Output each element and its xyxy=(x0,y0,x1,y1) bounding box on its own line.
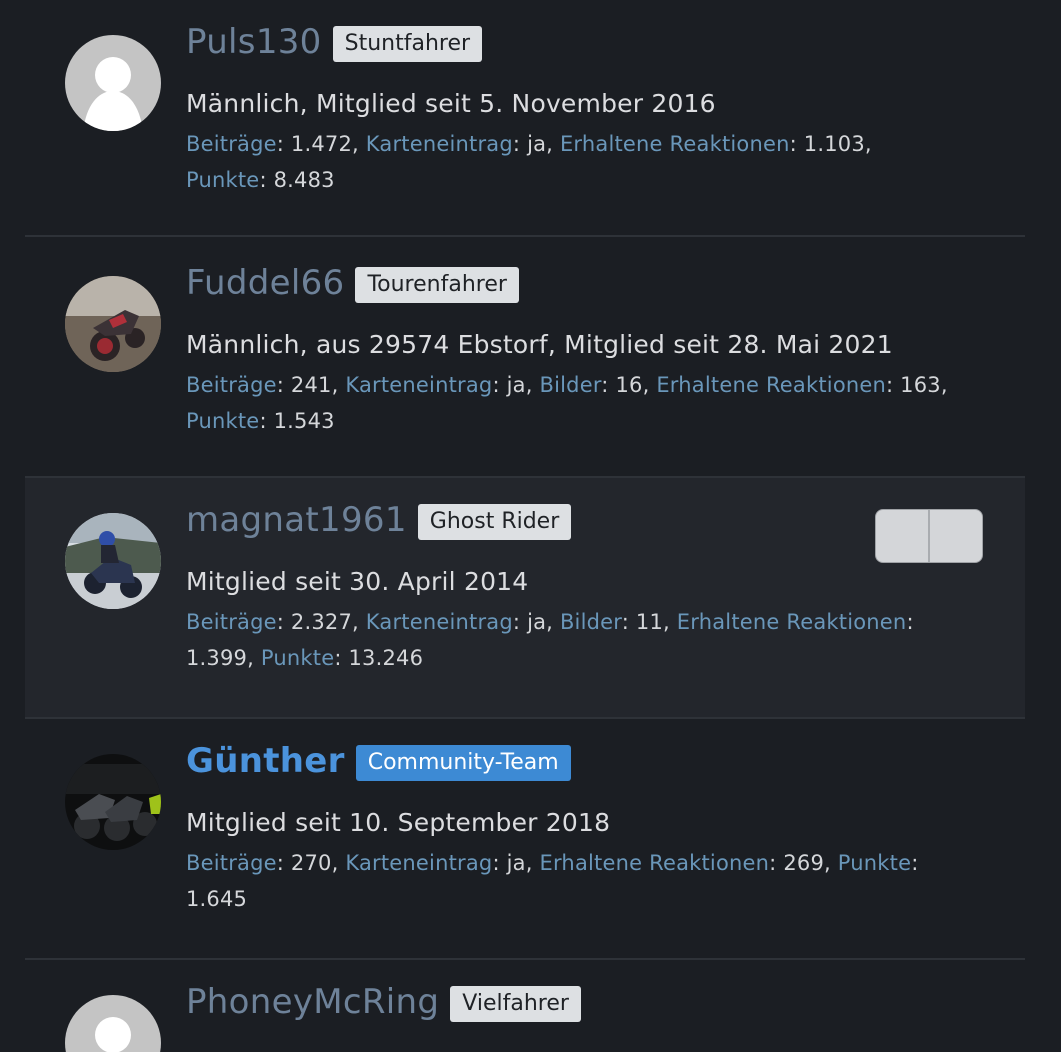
member-list: Puls130 Stuntfahrer Männlich, Mitglied s… xyxy=(0,0,1061,1052)
blurb-joined: Mitglied seit 28. Mai 2021 xyxy=(564,330,893,359)
member-head: PhoneyMcRing Vielfahrer xyxy=(186,982,581,1022)
default-avatar-icon xyxy=(65,35,161,131)
username-link[interactable]: Puls130 xyxy=(186,22,322,62)
member-row: PhoneyMcRing Vielfahrer xyxy=(25,960,1025,1052)
stat-value: 163 xyxy=(900,373,941,397)
stat-key-points[interactable]: Punkte xyxy=(261,646,334,670)
avatar-photo[interactable] xyxy=(65,754,161,850)
stat-value: 2.327 xyxy=(290,610,353,634)
motorcycles-photo-icon xyxy=(65,754,161,850)
stat-key-reactions[interactable]: Erhaltene Reaktionen xyxy=(677,610,907,634)
stat-value: 8.483 xyxy=(273,168,335,192)
stat-key-posts[interactable]: Beiträge xyxy=(186,373,277,397)
username-link[interactable]: Günther xyxy=(186,741,345,781)
stat-value: 1.645 xyxy=(186,887,248,911)
stat-value: 1.543 xyxy=(273,409,335,433)
stat-value: 16 xyxy=(615,373,643,397)
blurb-joined: Mitglied seit 10. September 2018 xyxy=(186,808,611,837)
username-link[interactable]: Fuddel66 xyxy=(186,263,344,303)
stat-key-points[interactable]: Punkte xyxy=(186,409,259,433)
motorcycle-rider-photo-icon xyxy=(65,513,161,609)
member-head: Günther Community-Team xyxy=(186,741,571,781)
stat-key-reactions[interactable]: Erhaltene Reaktionen xyxy=(540,851,770,875)
member-action-button-right[interactable] xyxy=(928,510,982,562)
member-blurb: Mitglied seit 30. April 2014 xyxy=(186,567,528,596)
stat-key-reactions[interactable]: Erhaltene Reaktionen xyxy=(656,373,886,397)
member-head: Puls130 Stuntfahrer xyxy=(186,22,483,62)
stat-value: ja xyxy=(527,132,547,156)
avatar-default[interactable] xyxy=(65,995,161,1052)
avatar-photo[interactable] xyxy=(65,276,161,372)
stat-key-posts[interactable]: Beiträge xyxy=(186,132,277,156)
stat-key-reactions[interactable]: Erhaltene Reaktionen xyxy=(560,132,790,156)
member-stats: Beiträge: 241, Karteneintrag: ja, Bilder… xyxy=(186,373,948,433)
member-blurb: Männlich, aus 29574 Ebstorf, Mitglied se… xyxy=(186,330,893,359)
avatar-photo[interactable] xyxy=(65,513,161,609)
stat-value: 269 xyxy=(783,851,825,875)
blurb-gender: Männlich xyxy=(186,89,300,118)
stat-value: 13.246 xyxy=(348,646,424,670)
member-stats: Beiträge: 270, Karteneintrag: ja, Erhalt… xyxy=(186,851,919,911)
member-action-button-left[interactable] xyxy=(876,510,928,562)
stat-key-posts[interactable]: Beiträge xyxy=(186,610,277,634)
user-title-badge: Vielfahrer xyxy=(450,986,581,1022)
blurb-location: aus 29574 Ebstorf xyxy=(315,330,548,359)
stat-value: 270 xyxy=(290,851,332,875)
stat-key-posts[interactable]: Beiträge xyxy=(186,851,277,875)
stat-key-map[interactable]: Karteneintrag xyxy=(366,132,513,156)
stat-value: 1.472 xyxy=(290,132,353,156)
member-blurb: Männlich, Mitglied seit 5. November 2016 xyxy=(186,89,716,118)
stat-value: ja xyxy=(506,851,526,875)
default-avatar-icon xyxy=(65,995,161,1052)
user-title-badge: Stuntfahrer xyxy=(332,26,483,62)
username-link[interactable]: PhoneyMcRing xyxy=(186,982,439,1022)
member-stats: Beiträge: 1.472, Karteneintrag: ja, Erha… xyxy=(186,132,872,192)
username-link[interactable]: magnat1961 xyxy=(186,500,407,540)
stat-key-map[interactable]: Karteneintrag xyxy=(366,610,513,634)
stat-value: ja xyxy=(506,373,526,397)
member-head: Fuddel66 Tourenfahrer xyxy=(186,263,519,303)
user-title-badge: Community-Team xyxy=(355,745,571,781)
stat-value: 11 xyxy=(635,610,664,634)
member-row: Fuddel66 Tourenfahrer Männlich, aus 2957… xyxy=(25,241,1025,478)
stat-key-points[interactable]: Punkte xyxy=(186,168,259,192)
member-blurb: Mitglied seit 10. September 2018 xyxy=(186,808,610,837)
member-row-highlighted: magnat1961 Ghost Rider Mitglied seit 30.… xyxy=(25,478,1025,719)
user-title-badge: Tourenfahrer xyxy=(355,267,519,303)
member-row: Puls130 Stuntfahrer Männlich, Mitglied s… xyxy=(25,0,1025,237)
user-title-badge: Ghost Rider xyxy=(417,504,572,540)
avatar-default[interactable] xyxy=(65,35,161,131)
stat-value: 241 xyxy=(290,373,332,397)
stat-key-images[interactable]: Bilder xyxy=(560,610,622,634)
stat-key-images[interactable]: Bilder xyxy=(540,373,602,397)
member-row: Günther Community-Team Mitglied seit 10.… xyxy=(25,719,1025,960)
stat-value: 1.103 xyxy=(803,132,865,156)
blurb-joined: Mitglied seit 30. April 2014 xyxy=(186,567,529,596)
blurb-joined: Mitglied seit 5. November 2016 xyxy=(315,89,716,118)
stat-value: ja xyxy=(527,610,547,634)
stat-key-map[interactable]: Karteneintrag xyxy=(345,373,492,397)
stat-key-map[interactable]: Karteneintrag xyxy=(345,851,492,875)
stat-key-points[interactable]: Punkte xyxy=(838,851,911,875)
member-stats: Beiträge: 2.327, Karteneintrag: ja, Bild… xyxy=(186,610,914,670)
stat-value: 1.399 xyxy=(186,646,248,670)
blurb-gender: Männlich xyxy=(186,330,300,359)
motorcycle-photo-icon xyxy=(65,276,161,372)
member-action-button-group xyxy=(875,509,983,563)
member-head: magnat1961 Ghost Rider xyxy=(186,500,572,540)
